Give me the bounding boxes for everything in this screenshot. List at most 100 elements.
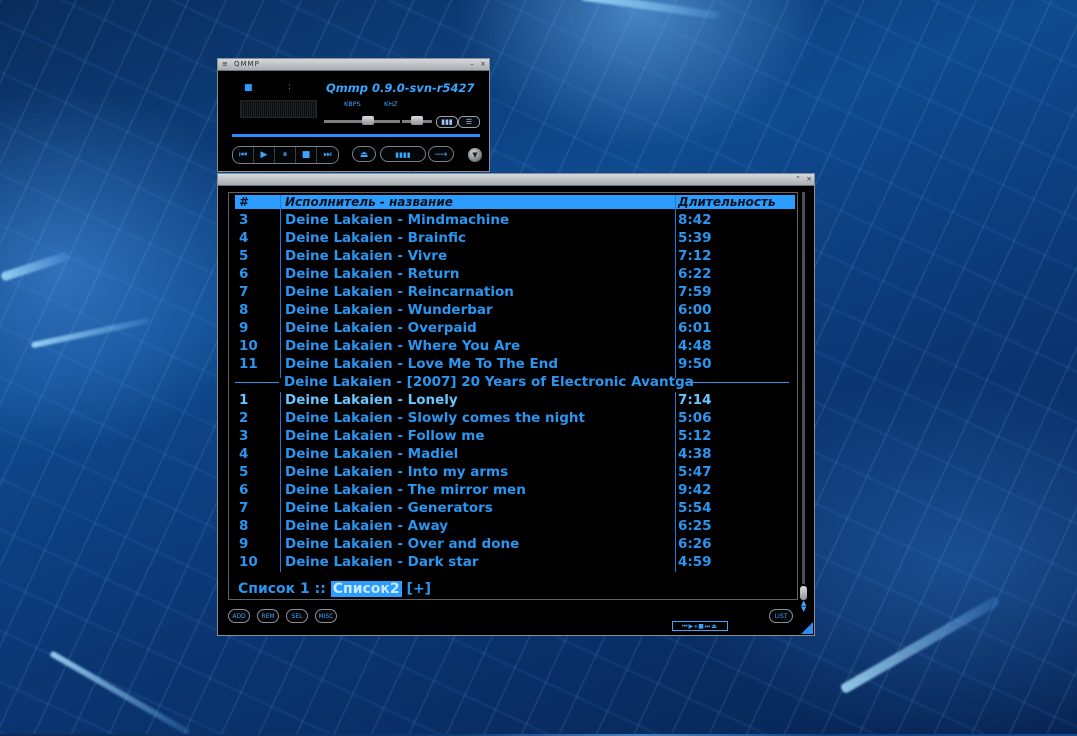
pause-button[interactable]: ⏸: [275, 147, 296, 163]
track-duration: 7:12: [678, 248, 712, 264]
background-light-streak: [30, 317, 150, 349]
playlist-close-icon[interactable]: ×: [805, 175, 813, 183]
playlist-tabs: Список 1 :: Список2 [+]: [238, 580, 431, 598]
track-number: 9: [239, 536, 249, 552]
track-duration: 7:14: [678, 392, 712, 408]
track-title: Deine Lakaien - Generators: [285, 500, 493, 516]
previous-button[interactable]: ⏮: [233, 147, 254, 163]
track-number: 5: [239, 464, 249, 480]
playlist-row[interactable]: 7 Deine Lakaien - Generators 5:54: [235, 499, 795, 517]
track-title: Deine Lakaien - Brainfic: [285, 230, 466, 246]
misc-button[interactable]: MISC: [315, 609, 337, 623]
visualization-area[interactable]: [240, 100, 317, 118]
track-title: Deine Lakaien - Into my arms: [285, 464, 509, 480]
list-button[interactable]: LIST: [769, 609, 793, 623]
balance-slider-knob[interactable]: [411, 116, 423, 125]
background-light-streak: [49, 650, 191, 736]
playlist-list[interactable]: # Исполнитель - название Длительность 3 D…: [228, 192, 798, 600]
playlist-row[interactable]: 5 Deine Lakaien - Into my arms 5:47: [235, 463, 795, 481]
play-button[interactable]: ▶: [254, 147, 275, 163]
track-title: Deine Lakaien - Vivre: [285, 248, 448, 264]
track-title: Deine Lakaien - Madiel: [285, 446, 459, 462]
repeat-button[interactable]: ⟶: [428, 146, 454, 162]
playlist-row[interactable]: 11 Deine Lakaien - Love Me To The End 9:50: [235, 355, 795, 373]
menu-icon[interactable]: ≡: [222, 59, 228, 70]
shade-icon[interactable]: ⌃: [794, 175, 802, 183]
scrollbar-track[interactable]: [802, 192, 805, 584]
playlist-row[interactable]: 4 Deine Lakaien - Brainfic 5:39: [235, 229, 795, 247]
track-duration: 9:50: [678, 356, 712, 372]
playlist-scrollbar[interactable]: [799, 192, 809, 600]
stop-button[interactable]: ■: [296, 147, 317, 163]
playlist-row[interactable]: 4 Deine Lakaien - Madiel 4:38: [235, 445, 795, 463]
status-indicator: ■: [244, 83, 253, 93]
next-button[interactable]: ⏭: [317, 147, 338, 163]
close-icon[interactable]: ×: [479, 60, 487, 68]
tab-list-2[interactable]: Список2: [330, 581, 402, 597]
equalizer-button[interactable]: ▮▮▮▮: [380, 146, 426, 162]
column-duration-header[interactable]: Длительность: [678, 195, 776, 209]
options-orb-icon[interactable]: ▼: [468, 148, 482, 162]
tab-separator: ::: [314, 581, 326, 597]
resize-grip-icon[interactable]: [801, 622, 813, 634]
track-duration: 5:12: [678, 428, 712, 444]
add-tab-button[interactable]: [+]: [407, 581, 432, 597]
track-title: Deine Lakaien - Over and done: [285, 536, 520, 552]
playlist-row[interactable]: 10 Deine Lakaien - Dark star 4:59: [235, 553, 795, 571]
track-duration: 5:39: [678, 230, 712, 246]
playlist-toggle-button[interactable]: ☰: [458, 116, 480, 128]
track-title: Deine Lakaien - Love Me To The End: [285, 356, 559, 372]
playlist-window: ⌃ × # Исполнитель - название Длительност…: [217, 173, 815, 636]
track-duration: 5:54: [678, 500, 712, 516]
track-title: Deine Lakaien - Overpaid: [285, 320, 477, 336]
track-number: 8: [239, 302, 249, 318]
background-light-streak: [580, 0, 720, 20]
track-number: 6: [239, 482, 249, 498]
track-title: Deine Lakaien - Lonely: [285, 392, 458, 408]
track-number: 3: [239, 212, 249, 228]
track-duration: 4:48: [678, 338, 712, 354]
track-number: 3: [239, 428, 249, 444]
tab-list-1[interactable]: Список 1: [238, 581, 310, 597]
player-titlebar[interactable]: ≡ QMMP – ×: [218, 59, 489, 71]
minimize-icon[interactable]: –: [468, 60, 476, 68]
playlist-row[interactable]: 3 Deine Lakaien - Follow me 5:12: [235, 427, 795, 445]
playlist-row[interactable]: 8 Deine Lakaien - Away 6:25: [235, 517, 795, 535]
playlist-row[interactable]: 8 Deine Lakaien - Wunderbar 6:00: [235, 301, 795, 319]
track-duration: 4:38: [678, 446, 712, 462]
track-duration: 9:42: [678, 482, 712, 498]
add-button[interactable]: ADD: [228, 609, 250, 623]
track-duration: 6:22: [678, 266, 712, 282]
playlist-row[interactable]: 10 Deine Lakaien - Where You Are 4:48: [235, 337, 795, 355]
playlist-row[interactable]: 9 Deine Lakaien - Overpaid 6:01: [235, 319, 795, 337]
background-light-streak: [839, 595, 1001, 695]
playlist-row[interactable]: 7 Deine Lakaien - Reincarnation 7:59: [235, 283, 795, 301]
volume-slider-knob[interactable]: [362, 116, 375, 125]
mini-transport-controls[interactable]: ⏮▶⏸■⏭⏏: [672, 621, 728, 631]
eject-button[interactable]: ⏏: [352, 146, 376, 162]
track-duration: 7:59: [678, 284, 712, 300]
khz-label: KHZ: [384, 100, 398, 108]
playlist-row[interactable]: 3 Deine Lakaien - Mindmachine 8:42: [235, 211, 795, 229]
column-number-header[interactable]: #: [239, 195, 247, 209]
seek-bar[interactable]: [232, 134, 480, 137]
eq-toggle-button[interactable]: ▮▮▮: [436, 116, 458, 128]
playlist-titlebar[interactable]: ⌃ ×: [218, 174, 814, 186]
remove-button[interactable]: REM: [257, 609, 279, 623]
playlist-group-header[interactable]: Deine Lakaien - [2007] 20 Years of Elect…: [235, 373, 795, 391]
track-number: 7: [239, 284, 249, 300]
playlist-row-current[interactable]: 1 Deine Lakaien - Lonely 7:14: [235, 391, 795, 409]
playlist-row[interactable]: 6 Deine Lakaien - The mirror men 9:42: [235, 481, 795, 499]
playlist-row[interactable]: 6 Deine Lakaien - Return 6:22: [235, 265, 795, 283]
playlist-row[interactable]: 9 Deine Lakaien - Over and done 6:26: [235, 535, 795, 553]
column-title-header[interactable]: Исполнитель - название: [285, 195, 453, 209]
playlist-row[interactable]: 5 Deine Lakaien - Vivre 7:12: [235, 247, 795, 265]
track-duration: 6:26: [678, 536, 712, 552]
select-button[interactable]: SEL: [286, 609, 308, 623]
scroll-arrows-icon[interactable]: ▲ ▼: [801, 600, 806, 613]
scrollbar-thumb[interactable]: [800, 586, 807, 600]
track-title: Deine Lakaien - The mirror men: [285, 482, 526, 498]
playlist-row[interactable]: 2 Deine Lakaien - Slowly comes the night 5…: [235, 409, 795, 427]
track-duration: 5:47: [678, 464, 712, 480]
track-number: 1: [239, 392, 249, 408]
